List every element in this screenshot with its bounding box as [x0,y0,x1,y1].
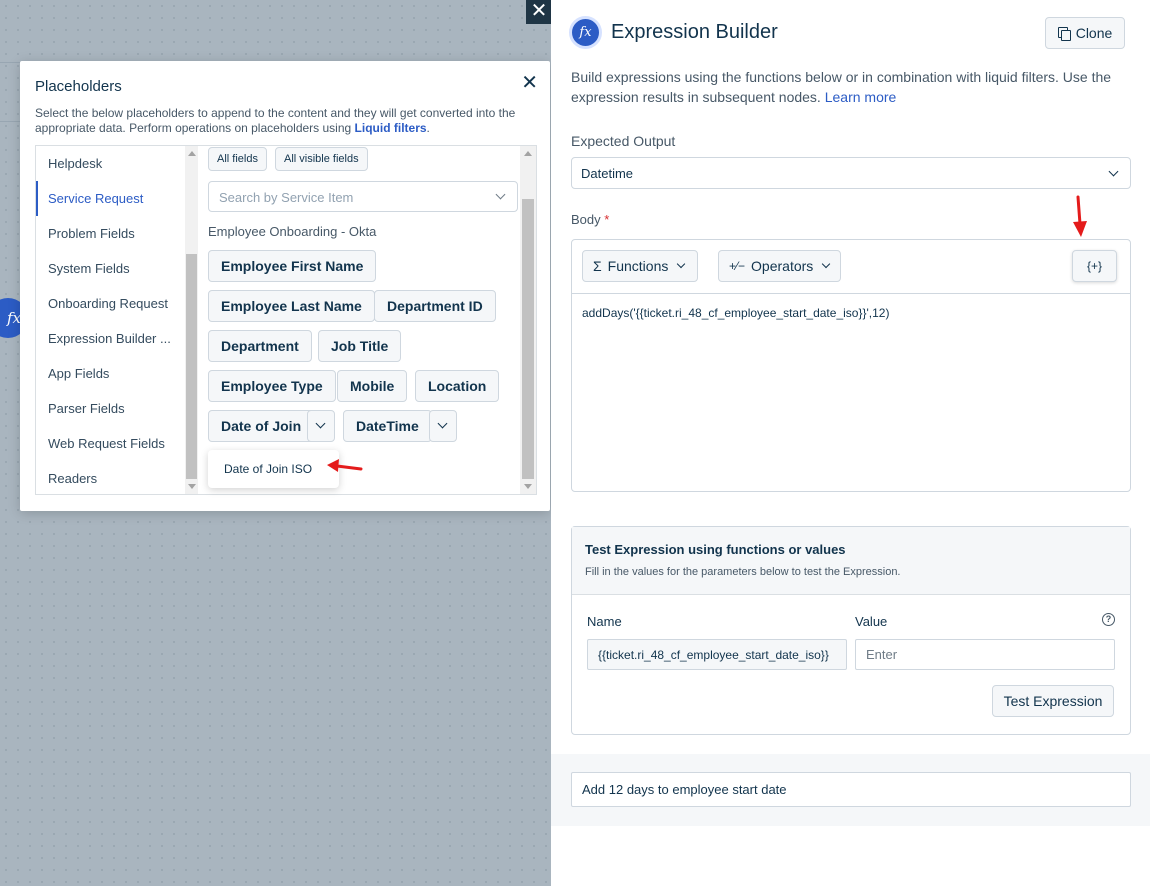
category-item-readers[interactable]: Readers [36,461,185,494]
chevron-down-icon [822,259,831,269]
fx-icon: fx [569,16,602,49]
field-employee-type[interactable]: Employee Type [208,370,336,402]
scrollbar-thumb[interactable] [186,254,197,479]
category-item-system-fields[interactable]: System Fields [36,251,185,286]
placeholders-close-icon[interactable]: ✕ [521,70,538,95]
field-date-of-join[interactable]: Date of Join [208,410,315,442]
category-scrollbar[interactable] [185,146,198,494]
category-item-onboarding-request[interactable]: Onboarding Request [36,286,185,321]
test-expression-button[interactable]: Test Expression [992,685,1114,717]
placeholders-description: Select the below placeholders to append … [35,106,516,135]
date-of-join-dropdown-toggle[interactable] [307,410,335,442]
chevron-down-icon [315,418,326,429]
scroll-down-arrow-icon[interactable] [188,484,196,489]
field-date-of-join-iso[interactable]: Date of Join ISO [208,450,339,488]
clone-button[interactable]: Clone [1045,17,1125,49]
value-column-header: Value [855,614,888,629]
name-column-header: Name [587,614,622,629]
functions-button[interactable]: Σ Functions [582,250,698,282]
page-title: Expression Builder [611,21,778,43]
category-item-helpdesk[interactable]: Helpdesk [36,146,185,181]
expression-builder-panel: fx Expression Builder Clone Build expres… [551,0,1150,886]
all-fields-button[interactable]: All fields [208,147,267,171]
field-employee-first-name[interactable]: Employee First Name [208,250,377,282]
category-item-app-fields[interactable]: App Fields [36,356,185,391]
field-job-title[interactable]: Job Title [318,330,402,362]
expected-output-label: Expected Output [571,133,676,149]
learn-more-link[interactable]: Learn more [825,89,897,105]
chevron-down-icon [495,189,506,200]
copy-icon [1057,26,1071,41]
placeholders-title: Placeholders [35,78,122,95]
insert-placeholder-button[interactable]: {+} [1072,250,1117,282]
canvas-divider [0,62,20,122]
all-visible-fields-button[interactable]: All visible fields [275,147,368,171]
expected-output-select[interactable]: Datetime [571,157,1131,189]
scroll-up-arrow-icon[interactable] [188,151,196,156]
field-location[interactable]: Location [415,370,500,402]
scroll-down-arrow-icon[interactable] [524,484,532,489]
chevron-down-icon [437,418,448,429]
required-marker: * [604,212,610,227]
category-item-web-request-fields[interactable]: Web Request Fields [36,426,185,461]
body-toolbar: Σ Functions +⁄− Operators {+} [572,240,1130,294]
body-editor: Σ Functions +⁄− Operators {+} addDays('{… [571,239,1131,492]
category-item-problem-fields[interactable]: Problem Fields [36,216,185,251]
placeholder-category-list: Helpdesk Service Request Problem Fields … [36,146,185,494]
placeholders-modal: Placeholders ✕ Select the below placehol… [20,61,550,511]
field-employee-last-name[interactable]: Employee Last Name [208,290,375,322]
annotation-arrow-icon [327,459,363,472]
field-datetime[interactable]: DateTime [343,410,432,442]
parameter-value-input[interactable] [855,639,1115,670]
placeholder-group-label: Employee Onboarding - Okta [208,224,377,239]
scroll-up-arrow-icon[interactable] [524,151,532,156]
field-department-id[interactable]: Department ID [374,290,496,322]
fields-scrollbar[interactable] [520,146,536,494]
body-label: Body * [571,212,610,227]
chevron-down-icon [677,259,686,269]
expression-description-input[interactable] [571,772,1131,807]
sigma-icon: Σ [593,258,602,274]
placeholders-browser: Helpdesk Service Request Problem Fields … [35,145,537,495]
datetime-dropdown-toggle[interactable] [429,410,457,442]
operators-icon: +⁄− [729,259,746,273]
annotation-arrow-icon [1073,195,1087,237]
category-item-service-request[interactable]: Service Request [36,181,185,216]
test-expression-title: Test Expression using functions or value… [585,542,846,557]
category-item-parser-fields[interactable]: Parser Fields [36,391,185,426]
parameter-name-field: {{ticket.ri_48_cf_employee_start_date_is… [587,639,847,670]
close-panel-button[interactable]: ✕ [526,0,552,24]
placeholder-fields-panel: All fields All visible fields Search by … [198,146,520,494]
test-expression-card: Test Expression using functions or value… [571,526,1131,735]
test-expression-header: Test Expression using functions or value… [572,527,1130,595]
chevron-down-icon [1108,166,1119,177]
liquid-filters-link[interactable]: Liquid filters [355,121,427,135]
category-item-expression-builder[interactable]: Expression Builder ... [36,321,185,356]
help-icon[interactable]: ? [1102,613,1115,626]
expression-builder-description: Build expressions using the functions be… [571,69,1112,105]
field-mobile[interactable]: Mobile [337,370,408,402]
test-expression-subtitle: Fill in the values for the parameters be… [585,566,901,578]
scrollbar-thumb[interactable] [522,199,534,479]
date-of-join-dropdown-menu: Date of Join ISO [208,450,339,488]
service-item-search-select[interactable]: Search by Service Item [208,181,518,212]
expression-body-text[interactable]: addDays('{{ticket.ri_48_cf_employee_star… [582,306,889,320]
operators-button[interactable]: +⁄− Operators [718,250,841,282]
field-department[interactable]: Department [208,330,312,362]
